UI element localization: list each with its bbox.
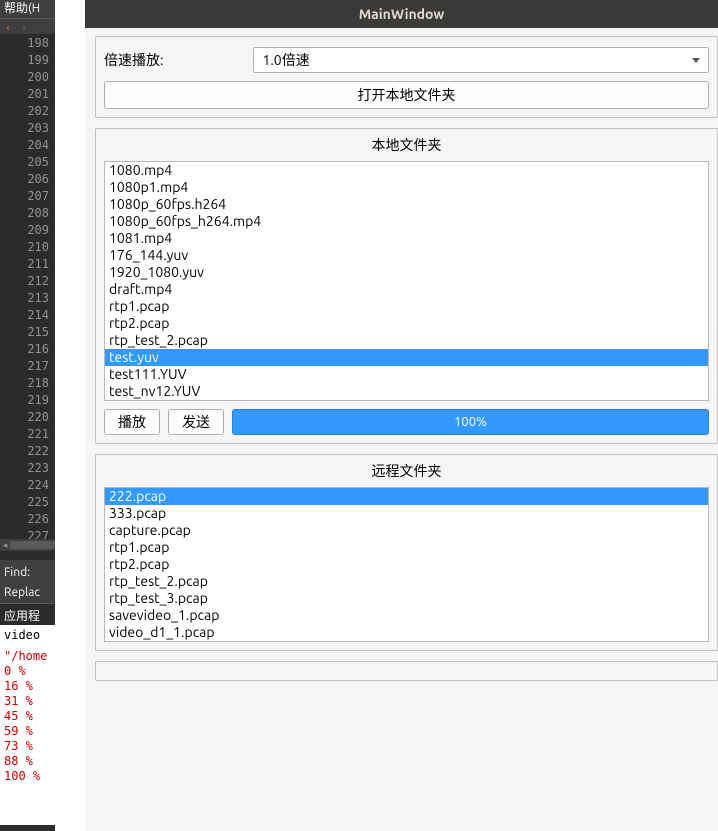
list-item[interactable]: rtp1.pcap bbox=[105, 539, 708, 556]
line-number-gutter: 1981992002012022032042052062072082092102… bbox=[0, 34, 55, 545]
line-number: 207 bbox=[0, 188, 49, 205]
list-item[interactable]: 222.pcap bbox=[105, 488, 708, 505]
line-number: 217 bbox=[0, 358, 49, 375]
menu-help[interactable]: 帮助(H bbox=[0, 0, 55, 18]
list-item[interactable]: 333.pcap bbox=[105, 505, 708, 522]
list-item[interactable]: capture.pcap bbox=[105, 522, 708, 539]
line-number: 199 bbox=[0, 52, 49, 69]
line-number: 219 bbox=[0, 392, 49, 409]
find-replace-panel: Find: Replac bbox=[0, 560, 55, 606]
line-number: 206 bbox=[0, 171, 49, 188]
line-number: 215 bbox=[0, 324, 49, 341]
remote-folder-title: 远程文件夹 bbox=[104, 461, 709, 481]
bottom-group bbox=[95, 661, 718, 681]
output-title: video bbox=[4, 628, 51, 643]
playback-controls-group: 倍速播放: 1.0倍速 打开本地文件夹 bbox=[95, 36, 718, 118]
remote-folder-group: 远程文件夹 222.pcap333.pcapcapture.pcaprtp1.p… bbox=[95, 454, 718, 651]
list-item[interactable]: 1080.mp4 bbox=[105, 162, 708, 179]
output-line: 100 % bbox=[4, 769, 51, 784]
list-item[interactable]: test_nv12.YUV bbox=[105, 383, 708, 400]
remote-file-listbox[interactable]: 222.pcap333.pcapcapture.pcaprtp1.pcaprtp… bbox=[104, 487, 709, 642]
list-item[interactable]: test111.YUV bbox=[105, 366, 708, 383]
line-number: 216 bbox=[0, 341, 49, 358]
list-item[interactable]: 1081.mp4 bbox=[105, 230, 708, 247]
send-button[interactable]: 发送 bbox=[168, 409, 224, 435]
line-number: 226 bbox=[0, 511, 49, 528]
editor-left-panel: 帮助(H ‹ › 1981992002012022032042052062072… bbox=[0, 0, 55, 831]
output-panel: video "/home0 %16 %31 %45 %59 %73 %88 %1… bbox=[0, 625, 55, 825]
line-number: 204 bbox=[0, 137, 49, 154]
speed-value: 1.0倍速 bbox=[262, 50, 309, 70]
line-number: 210 bbox=[0, 239, 49, 256]
list-item[interactable]: test.yuv bbox=[105, 349, 708, 366]
line-number: 209 bbox=[0, 222, 49, 239]
line-number: 220 bbox=[0, 409, 49, 426]
line-number: 213 bbox=[0, 290, 49, 307]
nav-forward-icon[interactable]: › bbox=[16, 19, 32, 35]
line-number: 200 bbox=[0, 69, 49, 86]
scroll-track[interactable] bbox=[10, 541, 55, 549]
line-number: 212 bbox=[0, 273, 49, 290]
line-number: 221 bbox=[0, 426, 49, 443]
list-item[interactable]: draft.mp4 bbox=[105, 281, 708, 298]
speed-combobox[interactable]: 1.0倍速 bbox=[253, 47, 709, 73]
list-item[interactable]: rtp_test_2.pcap bbox=[105, 573, 708, 590]
list-item[interactable]: video_d1_1.pcap bbox=[105, 624, 708, 641]
horizontal-scrollbar[interactable]: ◂ bbox=[0, 539, 55, 551]
output-line: "/home bbox=[4, 649, 51, 664]
list-item[interactable]: rtp_test_3.pcap bbox=[105, 590, 708, 607]
list-item[interactable]: 1920_1080.yuv bbox=[105, 264, 708, 281]
nav-arrows: ‹ › bbox=[0, 18, 55, 34]
list-item[interactable]: 1080p_60fps.h264 bbox=[105, 196, 708, 213]
output-line: 31 % bbox=[4, 694, 51, 709]
nav-back-icon[interactable]: ‹ bbox=[0, 19, 16, 35]
list-item[interactable]: 176_144.yuv bbox=[105, 247, 708, 264]
output-line: 0 % bbox=[4, 664, 51, 679]
editor-body-blank bbox=[55, 0, 85, 831]
line-number: 225 bbox=[0, 494, 49, 511]
line-number: 198 bbox=[0, 35, 49, 52]
line-number: 211 bbox=[0, 256, 49, 273]
scroll-left-icon[interactable]: ◂ bbox=[0, 540, 10, 551]
output-line: 16 % bbox=[4, 679, 51, 694]
speed-label: 倍速播放: bbox=[104, 50, 163, 70]
find-label: Find: bbox=[4, 563, 51, 583]
local-file-listbox[interactable]: 1080.mp41080p1.mp41080p_60fps.h2641080p_… bbox=[104, 161, 709, 401]
line-number: 201 bbox=[0, 86, 49, 103]
line-number: 224 bbox=[0, 477, 49, 494]
local-folder-title: 本地文件夹 bbox=[104, 135, 709, 155]
window-title: MainWindow bbox=[85, 0, 718, 28]
open-local-folder-button[interactable]: 打开本地文件夹 bbox=[104, 81, 709, 109]
output-line: 59 % bbox=[4, 724, 51, 739]
progress-text: 100% bbox=[454, 415, 487, 429]
app-output-header: 应用程 bbox=[0, 603, 55, 627]
list-item[interactable]: 1080p_60fps_h264.mp4 bbox=[105, 213, 708, 230]
line-number: 205 bbox=[0, 154, 49, 171]
line-number: 222 bbox=[0, 443, 49, 460]
line-number: 218 bbox=[0, 375, 49, 392]
line-number: 203 bbox=[0, 120, 49, 137]
local-folder-group: 本地文件夹 1080.mp41080p1.mp41080p_60fps.h264… bbox=[95, 128, 718, 444]
line-number: 202 bbox=[0, 103, 49, 120]
list-item[interactable]: rtp2.pcap bbox=[105, 556, 708, 573]
play-button[interactable]: 播放 bbox=[104, 409, 160, 435]
output-line: 73 % bbox=[4, 739, 51, 754]
list-item[interactable]: rtp1.pcap bbox=[105, 298, 708, 315]
list-item[interactable]: savevideo_1.pcap bbox=[105, 607, 708, 624]
main-window: MainWindow 倍速播放: 1.0倍速 打开本地文件夹 本地文件夹 108… bbox=[85, 0, 718, 831]
line-number: 208 bbox=[0, 205, 49, 222]
line-number: 223 bbox=[0, 460, 49, 477]
list-item[interactable]: 1080p1.mp4 bbox=[105, 179, 708, 196]
replace-label: Replac bbox=[4, 583, 51, 603]
line-number: 214 bbox=[0, 307, 49, 324]
output-line: 88 % bbox=[4, 754, 51, 769]
list-item[interactable]: rtp2.pcap bbox=[105, 315, 708, 332]
output-line: 45 % bbox=[4, 709, 51, 724]
list-item[interactable]: rtp_test_2.pcap bbox=[105, 332, 708, 349]
upload-progress-bar: 100% bbox=[232, 409, 709, 435]
